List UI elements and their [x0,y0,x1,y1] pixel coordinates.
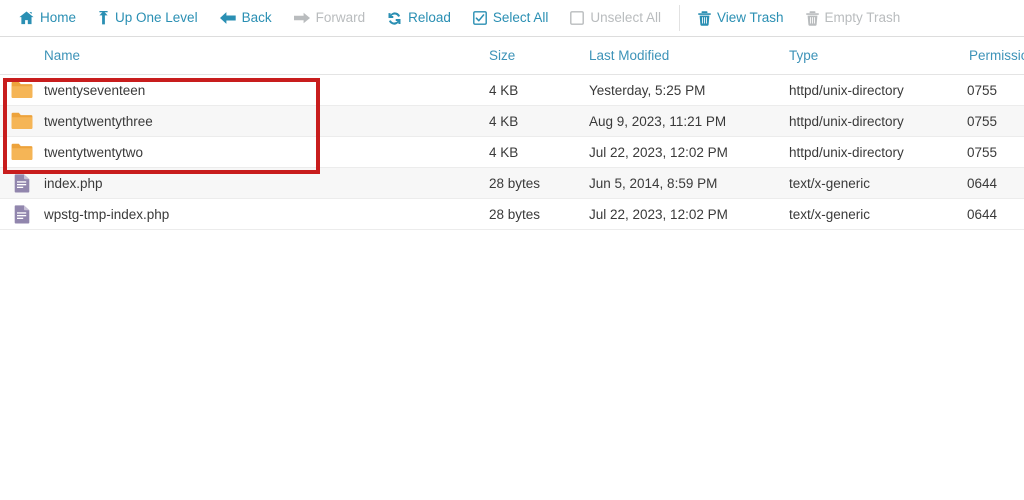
arrow-left-icon [219,11,236,25]
trash-icon [698,10,711,26]
cell-name[interactable]: twentyseventeen [0,74,489,106]
toolbar-button-reload[interactable]: Reload [376,4,462,32]
toolbar-button-empty-trash: Empty Trash [795,4,912,32]
toolbar-button-unselect-all: Unselect All [559,4,672,32]
cell-type: httpd/unix-directory [789,136,967,168]
toolbar: Home Up One Level Back Forward Reload Select … [0,0,1024,37]
table-header-row: Name Size Last Modified Type Permissions [0,37,1024,75]
toolbar-button-label: View Trash [716,10,784,26]
cell-size: 28 bytes [489,198,589,230]
cell-last-modified: Yesterday, 5:25 PM [589,74,789,106]
table-row[interactable]: twentytwentytwo 4 KB Jul 22, 2023, 12:02 P… [0,136,1024,168]
file-name-label: twentyseventeen [44,82,146,98]
reload-icon [387,11,402,26]
home-icon [19,11,34,25]
table-body: twentyseventeen 4 KB Yesterday, 5:25 PM htt… [0,74,1024,230]
toolbar-button-view-trash[interactable]: View Trash [687,4,795,32]
cell-type: text/x-generic [789,198,967,230]
toolbar-button-label: Forward [315,10,366,26]
toolbar-button-label: Up One Level [115,10,198,26]
cell-permissions: 0755 [967,136,1024,168]
cell-permissions: 0644 [967,198,1024,230]
cell-name[interactable]: twentytwentythree [0,105,489,137]
column-header-permissions[interactable]: Permissions [967,37,1024,75]
folder-icon [9,112,35,130]
toolbar-button-select-all[interactable]: Select All [462,4,560,32]
cell-name[interactable]: index.php [0,167,489,199]
column-header-name[interactable]: Name [0,37,489,75]
toolbar-button-back[interactable]: Back [209,4,283,32]
table-header: Name Size Last Modified Type Permissions [0,37,1024,75]
column-header-size[interactable]: Size [489,37,589,75]
cell-size: 4 KB [489,105,589,137]
cell-size: 4 KB [489,74,589,106]
file-icon [9,173,35,193]
toolbar-button-label: Unselect All [590,10,661,26]
table-row[interactable]: twentytwentythree 4 KB Aug 9, 2023, 11:21 … [0,105,1024,137]
toolbar-button-label: Select All [492,10,549,26]
toolbar-button-label: Back [241,10,272,26]
cell-size: 28 bytes [489,167,589,199]
file-table: Name Size Last Modified Type Permissions… [0,37,1024,230]
cell-type: text/x-generic [789,167,967,199]
cell-permissions: 0755 [967,74,1024,106]
cell-last-modified: Aug 9, 2023, 11:21 PM [589,105,789,137]
cell-permissions: 0755 [967,105,1024,137]
toolbar-button-label: Reload [408,10,451,26]
table-row[interactable]: index.php 28 bytes Jun 5, 2014, 8:59 PM tex… [0,167,1024,199]
checkbox-empty-icon [570,11,585,25]
cell-name[interactable]: twentytwentytwo [0,136,489,168]
cell-last-modified: Jul 22, 2023, 12:02 PM [589,136,789,168]
cell-name[interactable]: wpstg-tmp-index.php [0,198,489,230]
cell-last-modified: Jul 22, 2023, 12:02 PM [589,198,789,230]
cell-permissions: 0644 [967,167,1024,199]
cell-size: 4 KB [489,136,589,168]
column-header-last-modified[interactable]: Last Modified [589,37,789,75]
arrow-right-icon [293,11,310,25]
table-row[interactable]: twentyseventeen 4 KB Yesterday, 5:25 PM htt… [0,74,1024,106]
toolbar-button-forward: Forward [283,4,377,32]
checkbox-checked-icon [472,11,487,25]
file-icon [9,204,35,224]
toolbar-button-home[interactable]: Home [8,4,87,32]
column-header-type[interactable]: Type [789,37,967,75]
toolbar-button-label: Empty Trash [824,10,901,26]
toolbar-divider [678,5,680,31]
folder-icon [9,81,35,99]
toolbar-button-label: Home [40,10,77,26]
table-row[interactable]: wpstg-tmp-index.php 28 bytes Jul 22, 2023,… [0,198,1024,230]
arrow-up-icon [98,10,109,26]
file-name-label: index.php [44,175,103,191]
folder-icon [9,143,35,161]
file-name-label: twentytwentytwo [44,144,144,160]
trash-icon [805,10,819,26]
file-name-label: twentytwentythree [44,113,153,129]
cell-last-modified: Jun 5, 2014, 8:59 PM [589,167,789,199]
toolbar-button-up-one-level[interactable]: Up One Level [87,4,209,32]
cell-type: httpd/unix-directory [789,105,967,137]
file-name-label: wpstg-tmp-index.php [44,206,170,222]
cell-type: httpd/unix-directory [789,74,967,106]
